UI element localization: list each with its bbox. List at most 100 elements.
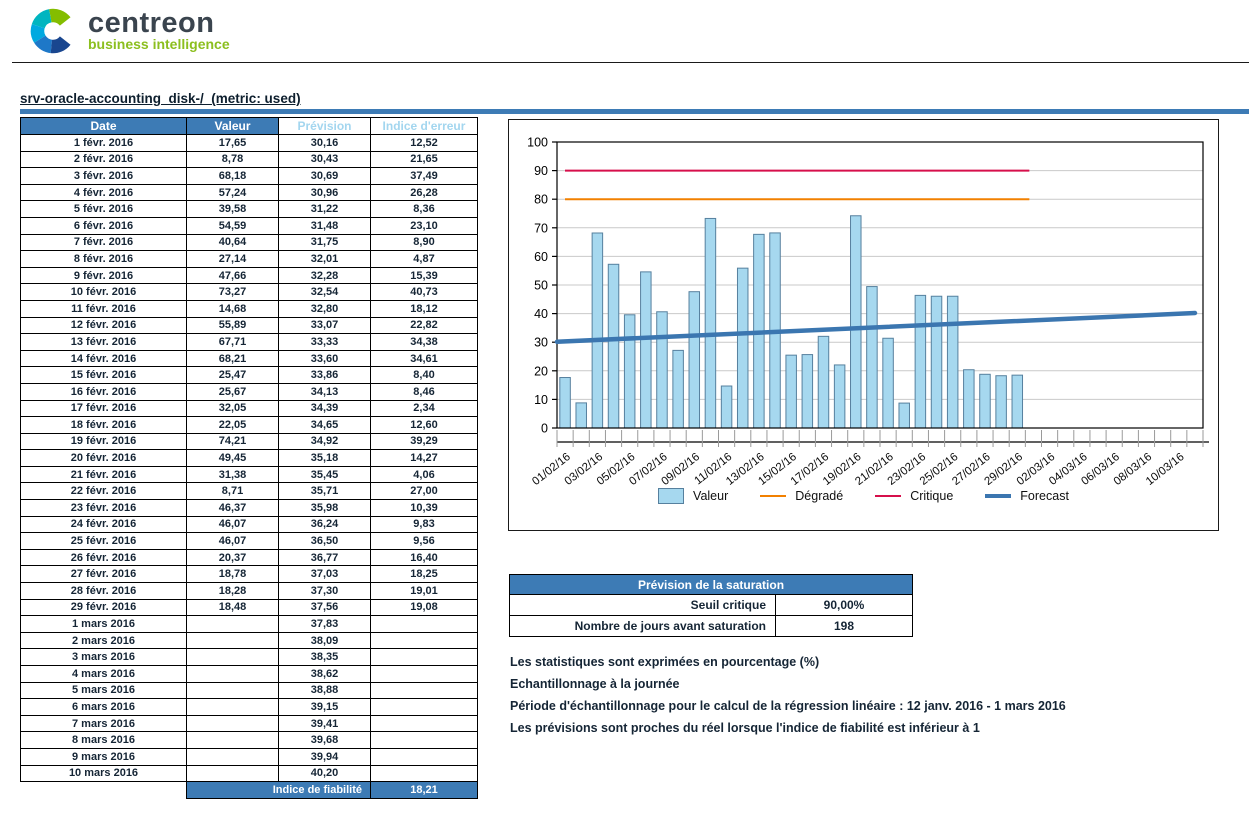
cell: 74,21 <box>187 433 279 450</box>
cell: 9,56 <box>371 533 478 550</box>
bar <box>737 268 748 428</box>
table-row: 1 févr. 201617,6530,1612,52 <box>21 135 478 152</box>
legend-label: Dégradé <box>795 489 843 503</box>
cell <box>187 715 279 732</box>
header-divider <box>12 62 1249 63</box>
bar <box>624 315 635 428</box>
legend-item-forecast: Forecast <box>985 489 1069 503</box>
forecast-chart-panel: 010203040506070809010001/02/1603/02/1605… <box>508 119 1219 531</box>
cell: 25,67 <box>187 383 279 400</box>
cell: 4 mars 2016 <box>21 666 187 683</box>
cell <box>371 732 478 749</box>
cell: 32,28 <box>279 267 371 284</box>
cell: 26 févr. 2016 <box>21 549 187 566</box>
cell: 34,65 <box>279 417 371 434</box>
centreon-logo: centreon business intelligence <box>30 8 230 55</box>
table-row: 27 févr. 201618,7837,0318,25 <box>21 566 478 583</box>
logo-text: centreon business intelligence <box>88 8 230 52</box>
degrade-line-icon <box>760 495 786 497</box>
cell: 21 févr. 2016 <box>21 466 187 483</box>
cell: 7 févr. 2016 <box>21 234 187 251</box>
cell: 12,60 <box>371 417 478 434</box>
logo-segment <box>51 41 65 47</box>
table-row: 12 févr. 201655,8933,0722,82 <box>21 317 478 334</box>
cell: 37,83 <box>279 616 371 633</box>
table-row: 13 févr. 201667,7133,3334,38 <box>21 334 478 351</box>
cell: 18,78 <box>187 566 279 583</box>
saturation-table-header: Prévision de la saturation <box>510 575 913 595</box>
table-row: 26 févr. 201620,3736,7716,40 <box>21 549 478 566</box>
y-tick-label: 90 <box>534 164 548 178</box>
cell <box>371 649 478 666</box>
cell: 35,71 <box>279 483 371 500</box>
cell <box>187 649 279 666</box>
note-line: Les statistiques sont exprimées en pourc… <box>510 651 1066 673</box>
cell: 30,69 <box>279 168 371 185</box>
cell: 1 févr. 2016 <box>21 135 187 152</box>
cell: 2,34 <box>371 400 478 417</box>
critique-line-icon <box>875 495 901 497</box>
cell: 46,07 <box>187 516 279 533</box>
cell: 34,38 <box>371 334 478 351</box>
cell: 36,24 <box>279 516 371 533</box>
cell: 25,47 <box>187 367 279 384</box>
critical-threshold-label: Seuil critique <box>510 595 776 616</box>
cell: 18,28 <box>187 583 279 600</box>
cell: 8,36 <box>371 201 478 218</box>
table-row: 6 mars 201639,15 <box>21 699 478 716</box>
cell <box>187 765 279 782</box>
cell: 9 févr. 2016 <box>21 267 187 284</box>
y-tick-label: 80 <box>534 193 548 207</box>
cell: 5 mars 2016 <box>21 682 187 699</box>
cell: 55,89 <box>187 317 279 334</box>
cell: 8,40 <box>371 367 478 384</box>
cell: 39,68 <box>279 732 371 749</box>
cell: 36,77 <box>279 549 371 566</box>
cell: 19 févr. 2016 <box>21 433 187 450</box>
cell: 14,27 <box>371 450 478 467</box>
legend-item-degrade: Dégradé <box>760 489 843 503</box>
cell: 36,50 <box>279 533 371 550</box>
table-footer-row: Indice de fiabilité18,21 <box>21 782 478 799</box>
cell: 28 févr. 2016 <box>21 583 187 600</box>
cell: 38,35 <box>279 649 371 666</box>
logo-segment <box>38 26 40 39</box>
cell: 54,59 <box>187 217 279 234</box>
cell: 22,05 <box>187 417 279 434</box>
cell: 40,73 <box>371 284 478 301</box>
table-row: Nombre de jours avant saturation 198 <box>510 616 913 637</box>
cell: 33,86 <box>279 367 371 384</box>
note-line: Echantillonnage à la journée <box>510 673 1066 695</box>
cell: 31,75 <box>279 234 371 251</box>
legend-label: Forecast <box>1020 489 1069 503</box>
cell: 39,15 <box>279 699 371 716</box>
reliability-index-label: Indice de fiabilité <box>187 782 371 799</box>
table-row: 5 févr. 201639,5831,228,36 <box>21 201 478 218</box>
cell <box>187 748 279 765</box>
column-header: Date <box>21 118 187 135</box>
table-row: Prévision de la saturation <box>510 575 913 595</box>
cell: 35,45 <box>279 466 371 483</box>
table-row: 10 mars 201640,20 <box>21 765 478 782</box>
cell: 18,12 <box>371 300 478 317</box>
table-row: 7 mars 201639,41 <box>21 715 478 732</box>
bar <box>721 386 732 428</box>
cell <box>187 699 279 716</box>
cell <box>371 765 478 782</box>
cell: 32,54 <box>279 284 371 301</box>
column-header: Indice d'erreur <box>371 118 478 135</box>
cell: 25 févr. 2016 <box>21 533 187 550</box>
cell: 6 févr. 2016 <box>21 217 187 234</box>
logo-segment <box>38 16 50 26</box>
table-row: 17 févr. 201632,0534,392,34 <box>21 400 478 417</box>
cell: 73,27 <box>187 284 279 301</box>
note-line: Les prévisions sont proches du réel lors… <box>510 717 1066 739</box>
cell: 2 févr. 2016 <box>21 151 187 168</box>
cell: 39,29 <box>371 433 478 450</box>
legend-item-critique: Critique <box>875 489 953 503</box>
valeur-swatch-icon <box>658 488 684 504</box>
cell: 10 févr. 2016 <box>21 284 187 301</box>
footnotes: Les statistiques sont exprimées en pourc… <box>510 651 1066 739</box>
cell: 16,40 <box>371 549 478 566</box>
cell: 1 mars 2016 <box>21 616 187 633</box>
